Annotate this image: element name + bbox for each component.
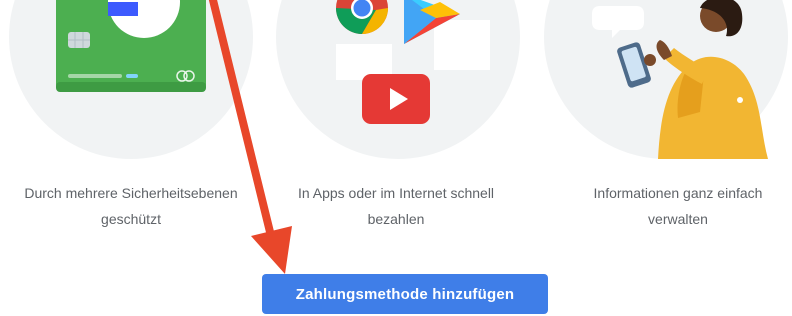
- apps-payment-icon: [276, 0, 520, 159]
- feature-caption-security: Durch mehrere Sicherheitsebenen geschütz…: [1, 180, 261, 232]
- feature-caption-manage-info: Informationen ganz einfach verwalten: [548, 180, 792, 232]
- feature-caption-line: In Apps oder im Internet schnell: [297, 185, 495, 201]
- feature-caption-line: verwalten: [648, 211, 708, 227]
- add-payment-method-button[interactable]: Zahlungsmethode hinzufügen: [262, 274, 548, 314]
- payment-methods-intro: Durch mehrere Sicherheitsebenen geschütz…: [0, 0, 792, 316]
- woman-with-phone-icon: [544, 0, 788, 159]
- feature-caption-line: Durch mehrere Sicherheitsebenen: [24, 185, 238, 201]
- feature-caption-line: geschützt: [101, 211, 161, 227]
- feature-caption-fast-payment: In Apps oder im Internet schnell bezahle…: [266, 180, 526, 232]
- feature-illustrations: [9, 0, 788, 159]
- feature-caption-line: Informationen ganz einfach: [593, 185, 763, 201]
- secure-card-icon: [9, 0, 253, 159]
- feature-caption-line: bezahlen: [367, 211, 425, 227]
